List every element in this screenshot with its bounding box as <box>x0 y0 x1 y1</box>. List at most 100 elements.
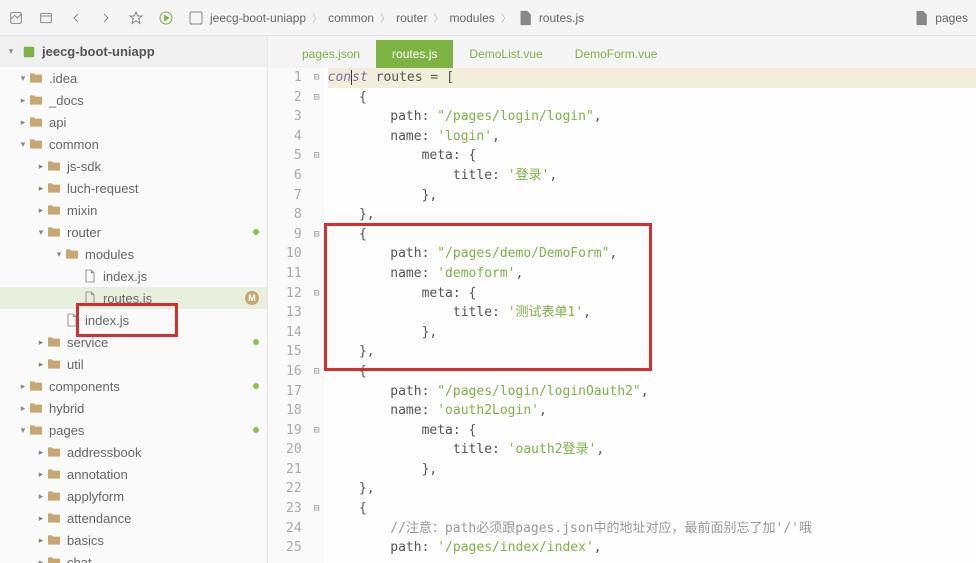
chevron-icon[interactable]: ▸ <box>36 161 46 172</box>
tree-item-router[interactable]: ▾router <box>0 221 267 243</box>
line-number[interactable]: 8 <box>286 205 302 225</box>
fold-marker[interactable]: ⊟ <box>310 362 324 382</box>
line-number[interactable]: 4 <box>286 127 302 147</box>
line-number[interactable]: 7 <box>286 186 302 206</box>
code-line[interactable]: { <box>328 499 976 519</box>
code-area[interactable]: 1234567891011121314151617181920212223242… <box>268 68 976 563</box>
code-line[interactable]: path: "/pages/demo/DemoForm", <box>328 244 976 264</box>
tree-item-js-sdk[interactable]: ▸js-sdk <box>0 155 267 177</box>
line-number[interactable]: 11 <box>286 264 302 284</box>
chevron-icon[interactable]: ▸ <box>36 205 46 216</box>
tree-item-applyform[interactable]: ▸applyform <box>0 485 267 507</box>
tree-item-chat[interactable]: ▸chat <box>0 551 267 563</box>
fold-marker[interactable]: ⊟ <box>310 88 324 108</box>
tab-pages-json[interactable]: pages.json <box>286 40 376 68</box>
fold-marker[interactable]: ⊟ <box>310 225 324 245</box>
select-icon[interactable] <box>8 10 24 26</box>
tree-item-annotation[interactable]: ▸annotation <box>0 463 267 485</box>
breadcrumb-item[interactable]: router <box>396 11 427 25</box>
code-line[interactable]: name: 'demoform', <box>328 264 976 284</box>
line-number[interactable]: 21 <box>286 460 302 480</box>
tree-item-index-js[interactable]: index.js <box>0 265 267 287</box>
line-number[interactable]: 13 <box>286 303 302 323</box>
tab-DemoList-vue[interactable]: DemoList.vue <box>453 40 558 68</box>
code-line[interactable]: meta: { <box>328 146 976 166</box>
line-number[interactable]: 23 <box>286 499 302 519</box>
breadcrumb-item[interactable]: modules <box>449 11 494 25</box>
breadcrumb[interactable]: jeecg-boot-uniapp〉 common〉 router〉 modul… <box>188 10 584 26</box>
tree-item-hybrid[interactable]: ▸hybrid <box>0 397 267 419</box>
tree-item-mixin[interactable]: ▸mixin <box>0 199 267 221</box>
line-number[interactable]: 25 <box>286 538 302 558</box>
chevron-icon[interactable]: ▾ <box>36 227 46 238</box>
breadcrumb-item[interactable]: jeecg-boot-uniapp <box>210 11 306 25</box>
chevron-icon[interactable]: ▸ <box>18 403 28 414</box>
fold-marker[interactable]: ⊟ <box>310 499 324 519</box>
code-line[interactable]: title: '登录', <box>328 166 976 186</box>
tree-item-attendance[interactable]: ▸attendance <box>0 507 267 529</box>
code-line[interactable]: }, <box>328 323 976 343</box>
line-number[interactable]: 6 <box>286 166 302 186</box>
code-line[interactable]: name: 'login', <box>328 127 976 147</box>
line-number[interactable]: 18 <box>286 401 302 421</box>
code-line[interactable]: path: '/pages/index/index', <box>328 538 976 558</box>
tab-DemoForm-vue[interactable]: DemoForm.vue <box>559 40 674 68</box>
chevron-icon[interactable]: ▸ <box>18 117 28 128</box>
chevron-icon[interactable]: ▸ <box>36 183 46 194</box>
tree-item-api[interactable]: ▸api <box>0 111 267 133</box>
fold-marker[interactable]: ⊟ <box>310 68 324 88</box>
tree-item-pages[interactable]: ▾pages <box>0 419 267 441</box>
project-sidebar[interactable]: ▾ jeecg-boot-uniapp ▾.idea▸_docs▸api▾com… <box>0 36 268 563</box>
tree-item-routes-js[interactable]: routes.jsM <box>0 287 267 309</box>
line-number[interactable]: 24 <box>286 519 302 539</box>
code-line[interactable]: title: 'oauth2登录', <box>328 440 976 460</box>
code-line[interactable]: path: "/pages/login/loginOauth2", <box>328 382 976 402</box>
line-number[interactable]: 12 <box>286 284 302 304</box>
code-line[interactable]: path: "/pages/login/login", <box>328 107 976 127</box>
chevron-icon[interactable]: ▸ <box>36 337 46 348</box>
line-number[interactable]: 9 <box>286 225 302 245</box>
chevron-icon[interactable]: ▾ <box>54 249 64 260</box>
code-line[interactable]: }, <box>328 205 976 225</box>
line-number[interactable]: 20 <box>286 440 302 460</box>
code-line[interactable]: //注意：path必须跟pages.json中的地址对应，最前面别忘了加'/'哦 <box>328 519 976 539</box>
nav-forward-icon[interactable] <box>98 10 114 26</box>
play-icon[interactable] <box>158 10 174 26</box>
line-number[interactable]: 5 <box>286 146 302 166</box>
line-number[interactable]: 22 <box>286 479 302 499</box>
tree-item-modules[interactable]: ▾modules <box>0 243 267 265</box>
chevron-icon[interactable]: ▸ <box>36 513 46 524</box>
chevron-icon[interactable]: ▸ <box>36 557 46 563</box>
fold-marker[interactable]: ⊟ <box>310 284 324 304</box>
chevron-icon[interactable]: ▸ <box>36 469 46 480</box>
chevron-icon[interactable]: ▾ <box>18 139 28 150</box>
code-line[interactable]: }, <box>328 479 976 499</box>
line-number[interactable]: 17 <box>286 382 302 402</box>
code-line[interactable]: { <box>328 225 976 245</box>
window-icon[interactable] <box>38 10 54 26</box>
tree-item-luch-request[interactable]: ▸luch-request <box>0 177 267 199</box>
code-line[interactable]: name: 'oauth2Login', <box>328 401 976 421</box>
line-number[interactable]: 14 <box>286 323 302 343</box>
tree-item-service[interactable]: ▸service <box>0 331 267 353</box>
chevron-icon[interactable]: ▸ <box>18 381 28 392</box>
tree-item-basics[interactable]: ▸basics <box>0 529 267 551</box>
code-line[interactable]: }, <box>328 186 976 206</box>
line-number[interactable]: 1 <box>286 68 302 88</box>
breadcrumb-item[interactable]: common <box>328 11 374 25</box>
code-line[interactable]: meta: { <box>328 284 976 304</box>
code-line[interactable]: const routes = [ <box>328 68 976 88</box>
auxiliary-tab[interactable]: pages <box>913 10 968 26</box>
chevron-icon[interactable]: ▸ <box>18 95 28 106</box>
fold-marker[interactable]: ⊟ <box>310 421 324 441</box>
chevron-icon[interactable]: ▸ <box>36 447 46 458</box>
tab-routes-js[interactable]: routes.js <box>376 40 453 68</box>
fold-marker[interactable]: ⊟ <box>310 146 324 166</box>
code-line[interactable]: { <box>328 88 976 108</box>
chevron-icon[interactable]: ▸ <box>36 491 46 502</box>
code-line[interactable]: }, <box>328 342 976 362</box>
code-line[interactable]: }, <box>328 460 976 480</box>
line-number[interactable]: 3 <box>286 107 302 127</box>
chevron-down-icon[interactable]: ▾ <box>6 46 16 57</box>
line-number[interactable]: 2 <box>286 88 302 108</box>
